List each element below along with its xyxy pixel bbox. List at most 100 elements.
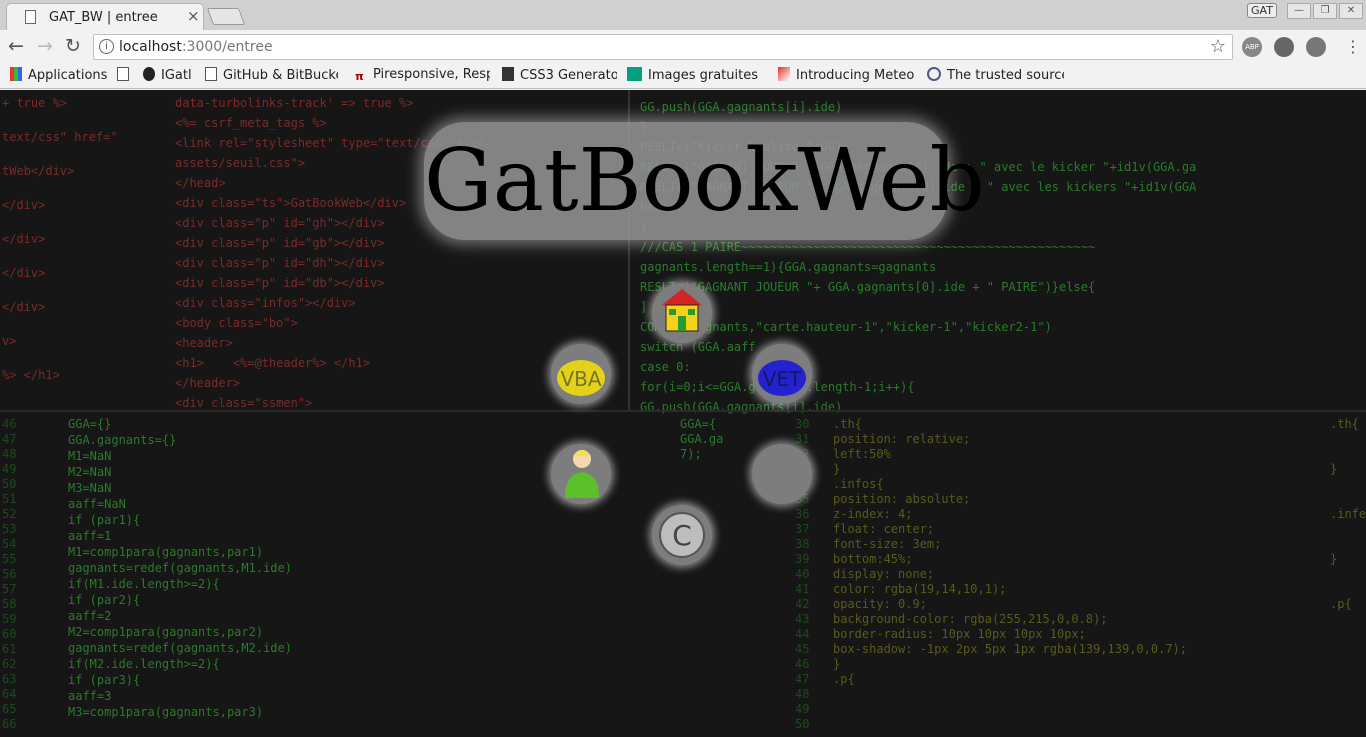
maximize-button[interactable]: ❐ — [1313, 3, 1337, 19]
code-line: </head> — [175, 176, 226, 190]
code-line: 30 — [795, 417, 810, 431]
forward-icon[interactable]: → — [37, 35, 53, 57]
code-line: z-index: 4; — [833, 507, 913, 521]
code-line: </div> — [2, 266, 46, 280]
bookmark-star-icon[interactable]: ☆ — [1210, 36, 1226, 57]
code-line: 57 — [2, 582, 17, 596]
tab-active[interactable]: GAT_BW | entree × — [6, 3, 204, 30]
address-bar[interactable]: i localhost:3000/entree ☆ — [93, 34, 1233, 60]
bookmark-blank[interactable] — [117, 67, 139, 83]
code-line: </div> — [2, 232, 46, 246]
code-line: 46 — [2, 417, 17, 431]
code-line: 50 — [795, 717, 810, 731]
bookmark-label: The trusted source f — [947, 68, 1064, 83]
code-line: if (par3){ — [68, 673, 141, 687]
bookmark-label: Piresponsive, Respo — [373, 67, 490, 82]
url-host: localhost — [119, 39, 182, 55]
code-line: 49 — [795, 702, 810, 716]
pi-icon: π — [355, 70, 364, 83]
minimize-button[interactable]: — — [1287, 3, 1311, 19]
code-line: .th{ — [833, 417, 862, 431]
code-line: M1=comp1para(gagnants,par1) — [68, 545, 264, 559]
code-line: position: relative; — [833, 432, 971, 446]
code-line: 63 — [2, 672, 17, 686]
bookmark-label: IGatl — [161, 68, 192, 83]
home-button[interactable] — [652, 283, 712, 343]
code-line: <div class="ts">GatBookWeb</div> — [175, 196, 407, 210]
meteor-icon — [778, 67, 790, 81]
code-line: if(M1.ide.length>=2){ — [68, 577, 220, 591]
code-line: .p{ — [833, 672, 855, 686]
blank-button[interactable] — [752, 444, 812, 504]
code-line: 41 — [795, 582, 810, 596]
moon-extension-icon[interactable] — [1306, 37, 1326, 57]
code-line: if(M2.ide.length>=2){ — [68, 657, 220, 671]
tab-close-icon[interactable]: × — [187, 7, 200, 25]
code-line: tWeb</div> — [2, 164, 75, 178]
info-icon[interactable]: i — [99, 39, 114, 54]
code-line: 36 — [795, 507, 810, 521]
new-tab-button[interactable] — [206, 8, 246, 25]
code-line: M3=NaN — [68, 481, 112, 495]
tab-title: GAT_BW | entree — [49, 10, 158, 25]
bookmark-css3-generator[interactable]: CSS3 Generator — [502, 67, 617, 83]
code-line: display: none; — [833, 567, 935, 581]
code-line: <body class="bo"> — [175, 316, 298, 330]
code-line: 53 — [2, 522, 17, 536]
github-icon — [143, 67, 155, 81]
house-icon — [662, 289, 702, 332]
code-line: color: rgba(19,14,10,1); — [833, 582, 1007, 596]
bookmark-label: Images gratuites - Pi — [648, 68, 762, 83]
code-line: + true %> — [2, 96, 68, 110]
close-window-button[interactable]: ✕ — [1339, 3, 1363, 19]
bookmark-github-bitbucket[interactable]: GitHub & BitBucket I — [205, 67, 338, 83]
code-line: .infos{ — [833, 477, 884, 491]
code-line: 42 — [795, 597, 810, 611]
code-line: GG.push(GGA.gagnants[i].ide) — [640, 100, 843, 114]
code-line: %> </h1> — [2, 368, 60, 382]
code-line: opacity: 0.9; — [833, 597, 927, 611]
profile-button[interactable]: GAT — [1247, 3, 1277, 18]
code-line: 7); — [680, 447, 702, 461]
vet-button[interactable]: VET — [752, 344, 812, 404]
copyright-button[interactable]: C — [652, 505, 712, 565]
code-line: <h1> <%=@theader%> </h1> — [175, 356, 371, 370]
code-line: M2=comp1para(gagnants,par2) — [68, 625, 264, 639]
code-line: <div class="p" id="dh"></div> — [175, 256, 385, 270]
code-line: data-turbolinks-track' => true %> — [175, 96, 414, 110]
apps-icon — [10, 67, 22, 81]
vba-label: VBA — [560, 367, 601, 391]
code-line: 38 — [795, 537, 810, 551]
browser-chrome: GAT_BW | entree × GAT — ❐ ✕ ← → ↻ i loca… — [0, 0, 1366, 90]
code-line: if (par1){ — [68, 513, 141, 527]
code-line: 39 — [795, 552, 810, 566]
vba-button[interactable]: VBA — [551, 344, 611, 404]
bookmarks-bar: Applications IGatl GitHub & BitBucket I … — [0, 62, 1366, 89]
code-line: GGA.gagnants={} — [68, 433, 177, 447]
adblock-extension-icon[interactable]: ABP — [1242, 37, 1262, 57]
code-line: 59 — [2, 612, 17, 626]
toolbar: ← → ↻ i localhost:3000/entree ☆ ABP ⋮ — [0, 31, 1366, 62]
bookmark-applications[interactable]: Applications — [10, 67, 110, 83]
vet-label: VET — [763, 367, 802, 391]
bookmark-meteor[interactable]: Introducing Meteor — [778, 67, 914, 83]
bookmark-piresponsive[interactable]: π Piresponsive, Respo — [355, 67, 490, 84]
menu-kebab-icon[interactable]: ⋮ — [1345, 37, 1361, 56]
code-line: <div class="p" id="db"></div> — [175, 276, 385, 290]
bookmark-igatl[interactable]: IGatl — [143, 67, 198, 83]
bookmark-images-gratuites[interactable]: Images gratuites - Pi — [627, 67, 762, 83]
code-line: } — [1330, 552, 1338, 566]
page-icon — [25, 10, 36, 24]
code-line: <%= csrf_meta_tags %> — [175, 116, 327, 130]
reload-icon[interactable]: ↻ — [65, 35, 81, 57]
code-line: font-size: 3em; — [833, 537, 942, 551]
code-line: <header> — [175, 336, 233, 350]
code-line: ///CAS 1 PAIRE~~~~~~~~~~~~~~~~~~~~~~~~~~… — [640, 240, 1096, 254]
user-button[interactable] — [551, 444, 611, 504]
sync-extension-icon[interactable] — [1274, 37, 1294, 57]
url-text[interactable]: localhost:3000/entree — [119, 39, 273, 55]
code-line: M2=NaN — [68, 465, 112, 479]
back-icon[interactable]: ← — [8, 35, 24, 57]
bookmark-trusted-source[interactable]: The trusted source f — [927, 67, 1064, 83]
code-line: left:50% — [833, 447, 891, 461]
